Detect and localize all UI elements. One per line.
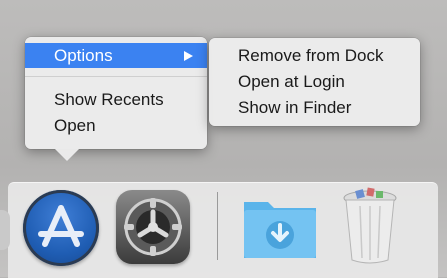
menu-item-label: Remove from Dock xyxy=(238,46,384,65)
menu-pointer xyxy=(55,149,79,161)
app-store-glyph xyxy=(38,205,84,247)
options-submenu: Remove from Dock Open at Login Show in F… xyxy=(209,38,420,126)
menu-item-show-in-finder[interactable]: Show in Finder xyxy=(209,95,420,120)
menu-item-label: Open xyxy=(54,116,96,135)
menu-item-open[interactable]: Open xyxy=(25,113,207,138)
trash-icon[interactable] xyxy=(340,186,400,266)
dock-separator xyxy=(217,192,218,260)
gear-icon xyxy=(124,198,182,256)
menu-item-open-at-login[interactable]: Open at Login xyxy=(209,69,420,94)
dock-partial-icon[interactable] xyxy=(0,210,10,250)
system-preferences-icon[interactable] xyxy=(116,190,190,264)
dock-context-menu: Options Show Recents Open xyxy=(25,37,207,161)
menu-item-remove-from-dock[interactable]: Remove from Dock xyxy=(209,43,420,68)
menu-item-label: Open at Login xyxy=(238,72,345,91)
trash-can-glyph xyxy=(343,187,397,264)
submenu-arrow-icon xyxy=(184,51,193,61)
menu-item-options[interactable]: Options xyxy=(25,43,207,68)
download-arrow-icon xyxy=(244,202,316,258)
app-store-icon[interactable] xyxy=(23,190,99,266)
menu-item-label: Show in Finder xyxy=(238,98,352,117)
menu-separator xyxy=(25,76,207,77)
menu-item-show-recents[interactable]: Show Recents xyxy=(25,87,207,112)
menu-item-label: Show Recents xyxy=(54,90,164,109)
menu-item-label: Options xyxy=(54,46,113,65)
downloads-folder-icon[interactable] xyxy=(240,192,320,262)
